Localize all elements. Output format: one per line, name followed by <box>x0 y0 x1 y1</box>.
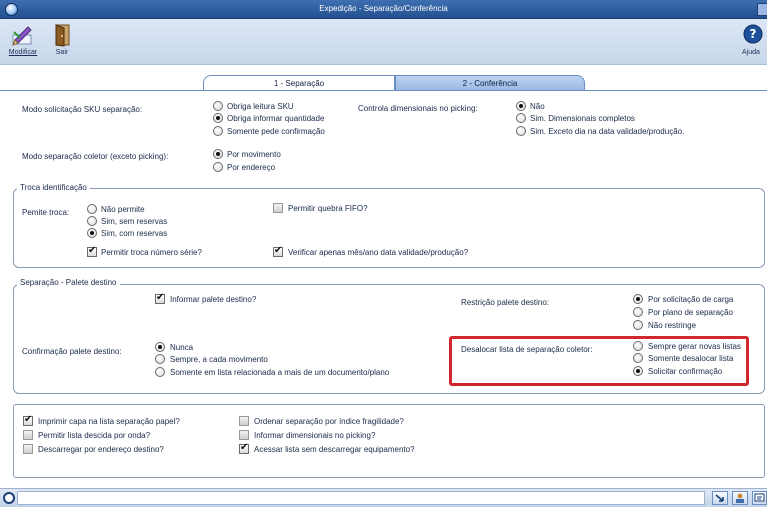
inform-pallet-checkbox[interactable] <box>155 292 165 304</box>
confirm-option-1: Sempre, a cada movimento <box>170 355 268 364</box>
tab-bar: 1 - Separação 2 - Conferência <box>0 65 767 91</box>
confirm-option-0: Nunca <box>170 343 194 352</box>
exchange-radio-1[interactable] <box>87 216 97 226</box>
exchange-option-1: Sim, sem reservas <box>101 217 168 226</box>
exchange-option-0: Não permite <box>101 205 145 214</box>
collector-mode-label: Modo separação coletor (exceto picking): <box>22 152 169 161</box>
door-exit-icon <box>49 23 75 47</box>
print-cover-checkbox[interactable] <box>23 414 33 426</box>
allow-exchange-label: Pemite troca: <box>22 208 70 217</box>
restriction-option-2: Não restringe <box>648 321 697 330</box>
collector-option-0: Por movimento <box>227 150 281 159</box>
status-field <box>17 491 705 505</box>
month-year-checkbox[interactable] <box>273 245 283 257</box>
restriction-radio-2[interactable] <box>633 320 643 330</box>
dimensional-control-label: Controla dimensionais no picking: <box>358 104 478 113</box>
sku-mode-radio-2[interactable] <box>213 126 223 136</box>
dimensional-radio-0[interactable] <box>516 101 526 111</box>
dimensional-option-0: Não <box>530 102 545 111</box>
sku-mode-option-0: Obriga leitura SKU <box>227 102 294 111</box>
user-tool-icon[interactable] <box>732 491 748 505</box>
separation-panel: Modo solicitação SKU separação: Obriga l… <box>0 91 767 488</box>
exchange-option-2: Sim, com reservas <box>101 229 168 238</box>
confirm-option-2: Somente em lista relacionada a mais de u… <box>170 368 390 377</box>
tab-conferencia[interactable]: 2 - Conferência <box>395 75 585 91</box>
modify-button[interactable]: Modificar <box>5 23 41 56</box>
tab-separacao[interactable]: 1 - Separação <box>203 75 395 91</box>
restriction-radio-1[interactable] <box>633 307 643 317</box>
status-indicator-icon <box>3 492 15 504</box>
collector-radio-1[interactable] <box>213 162 223 172</box>
help-icon: ? <box>738 23 764 47</box>
inform-dimensional-label: Informar dimensionais no picking? <box>254 431 376 440</box>
confirm-radio-0[interactable] <box>155 342 165 352</box>
sku-mode-option-1: Obriga informar quantidade <box>227 114 325 123</box>
restriction-label: Restrição palete destino: <box>461 298 550 307</box>
confirm-pallet-label: Confirmação palete destino: <box>22 347 122 356</box>
pencil-icon <box>10 23 36 47</box>
sku-mode-radio-0[interactable] <box>213 101 223 111</box>
restriction-option-1: Por plano de separação <box>648 308 733 317</box>
sku-mode-label: Modo solicitação SKU separação: <box>22 105 143 114</box>
inform-dimensional-checkbox[interactable] <box>239 430 249 440</box>
month-year-label: Verificar apenas mês/ano data validade/p… <box>288 248 469 257</box>
modify-label: Modificar <box>8 49 38 56</box>
shortcut-arrow-button[interactable] <box>712 491 728 505</box>
svg-text:?: ? <box>750 27 757 41</box>
order-fragility-label: Ordenar separação por índice fragilidade… <box>254 417 404 426</box>
exchange-radio-2[interactable] <box>87 228 97 238</box>
dimensional-option-2: Sim. Exceto dia na data validade/produçã… <box>530 127 685 136</box>
window-title: Expedição - Separação/Conferência <box>319 4 448 13</box>
exit-button[interactable]: Sair <box>47 23 77 56</box>
confirm-radio-2[interactable] <box>155 367 165 377</box>
fifo-break-checkbox[interactable] <box>273 203 283 213</box>
restriction-option-0: Por solicitação de carga <box>648 295 734 304</box>
print-cover-label: Imprimir capa na lista separação papel? <box>38 417 180 426</box>
help-label: Ajuda <box>742 49 760 56</box>
allow-descent-checkbox[interactable] <box>23 430 33 440</box>
access-without-unload-label: Acessar lista sem descarregar equipament… <box>254 445 415 454</box>
close-button[interactable] <box>757 3 767 16</box>
exchange-radio-0[interactable] <box>87 204 97 214</box>
serial-swap-checkbox[interactable] <box>87 245 97 257</box>
status-bar <box>0 488 767 507</box>
pallet-dest-title: Separação - Palete destino <box>17 278 120 287</box>
exit-label: Sair <box>55 49 69 56</box>
unload-address-checkbox[interactable] <box>23 444 33 454</box>
fifo-break-label: Permitir quebra FIFO? <box>288 204 368 213</box>
confirm-radio-1[interactable] <box>155 354 165 364</box>
access-without-unload-checkbox[interactable] <box>239 442 249 454</box>
order-fragility-checkbox[interactable] <box>239 416 249 426</box>
sku-mode-radio-1[interactable] <box>213 113 223 123</box>
id-exchange-title: Troca identificação <box>17 183 90 192</box>
dealloc-highlight-box <box>449 336 749 386</box>
options-group <box>13 404 765 478</box>
help-button[interactable]: ? Ajuda <box>737 23 765 56</box>
toolbar: Modificar Sair ? Ajuda <box>0 19 767 65</box>
title-bar: Expedição - Separação/Conferência <box>0 0 767 19</box>
inform-pallet-label: Informar palete destino? <box>170 295 257 304</box>
restriction-radio-0[interactable] <box>633 294 643 304</box>
collector-option-1: Por endereço <box>227 163 276 172</box>
serial-swap-label: Permitir troca número série? <box>101 248 202 257</box>
unload-address-label: Descarregar por endereço destino? <box>38 445 164 454</box>
dimensional-radio-1[interactable] <box>516 113 526 123</box>
allow-descent-label: Permitir lista descida por onda? <box>38 431 151 440</box>
dimensional-option-1: Sim. Dimensionais completos <box>530 114 635 123</box>
collector-radio-0[interactable] <box>213 149 223 159</box>
sku-mode-option-2: Somente pede confirmação <box>227 127 325 136</box>
message-icon[interactable] <box>752 491 767 505</box>
dimensional-radio-2[interactable] <box>516 126 526 136</box>
